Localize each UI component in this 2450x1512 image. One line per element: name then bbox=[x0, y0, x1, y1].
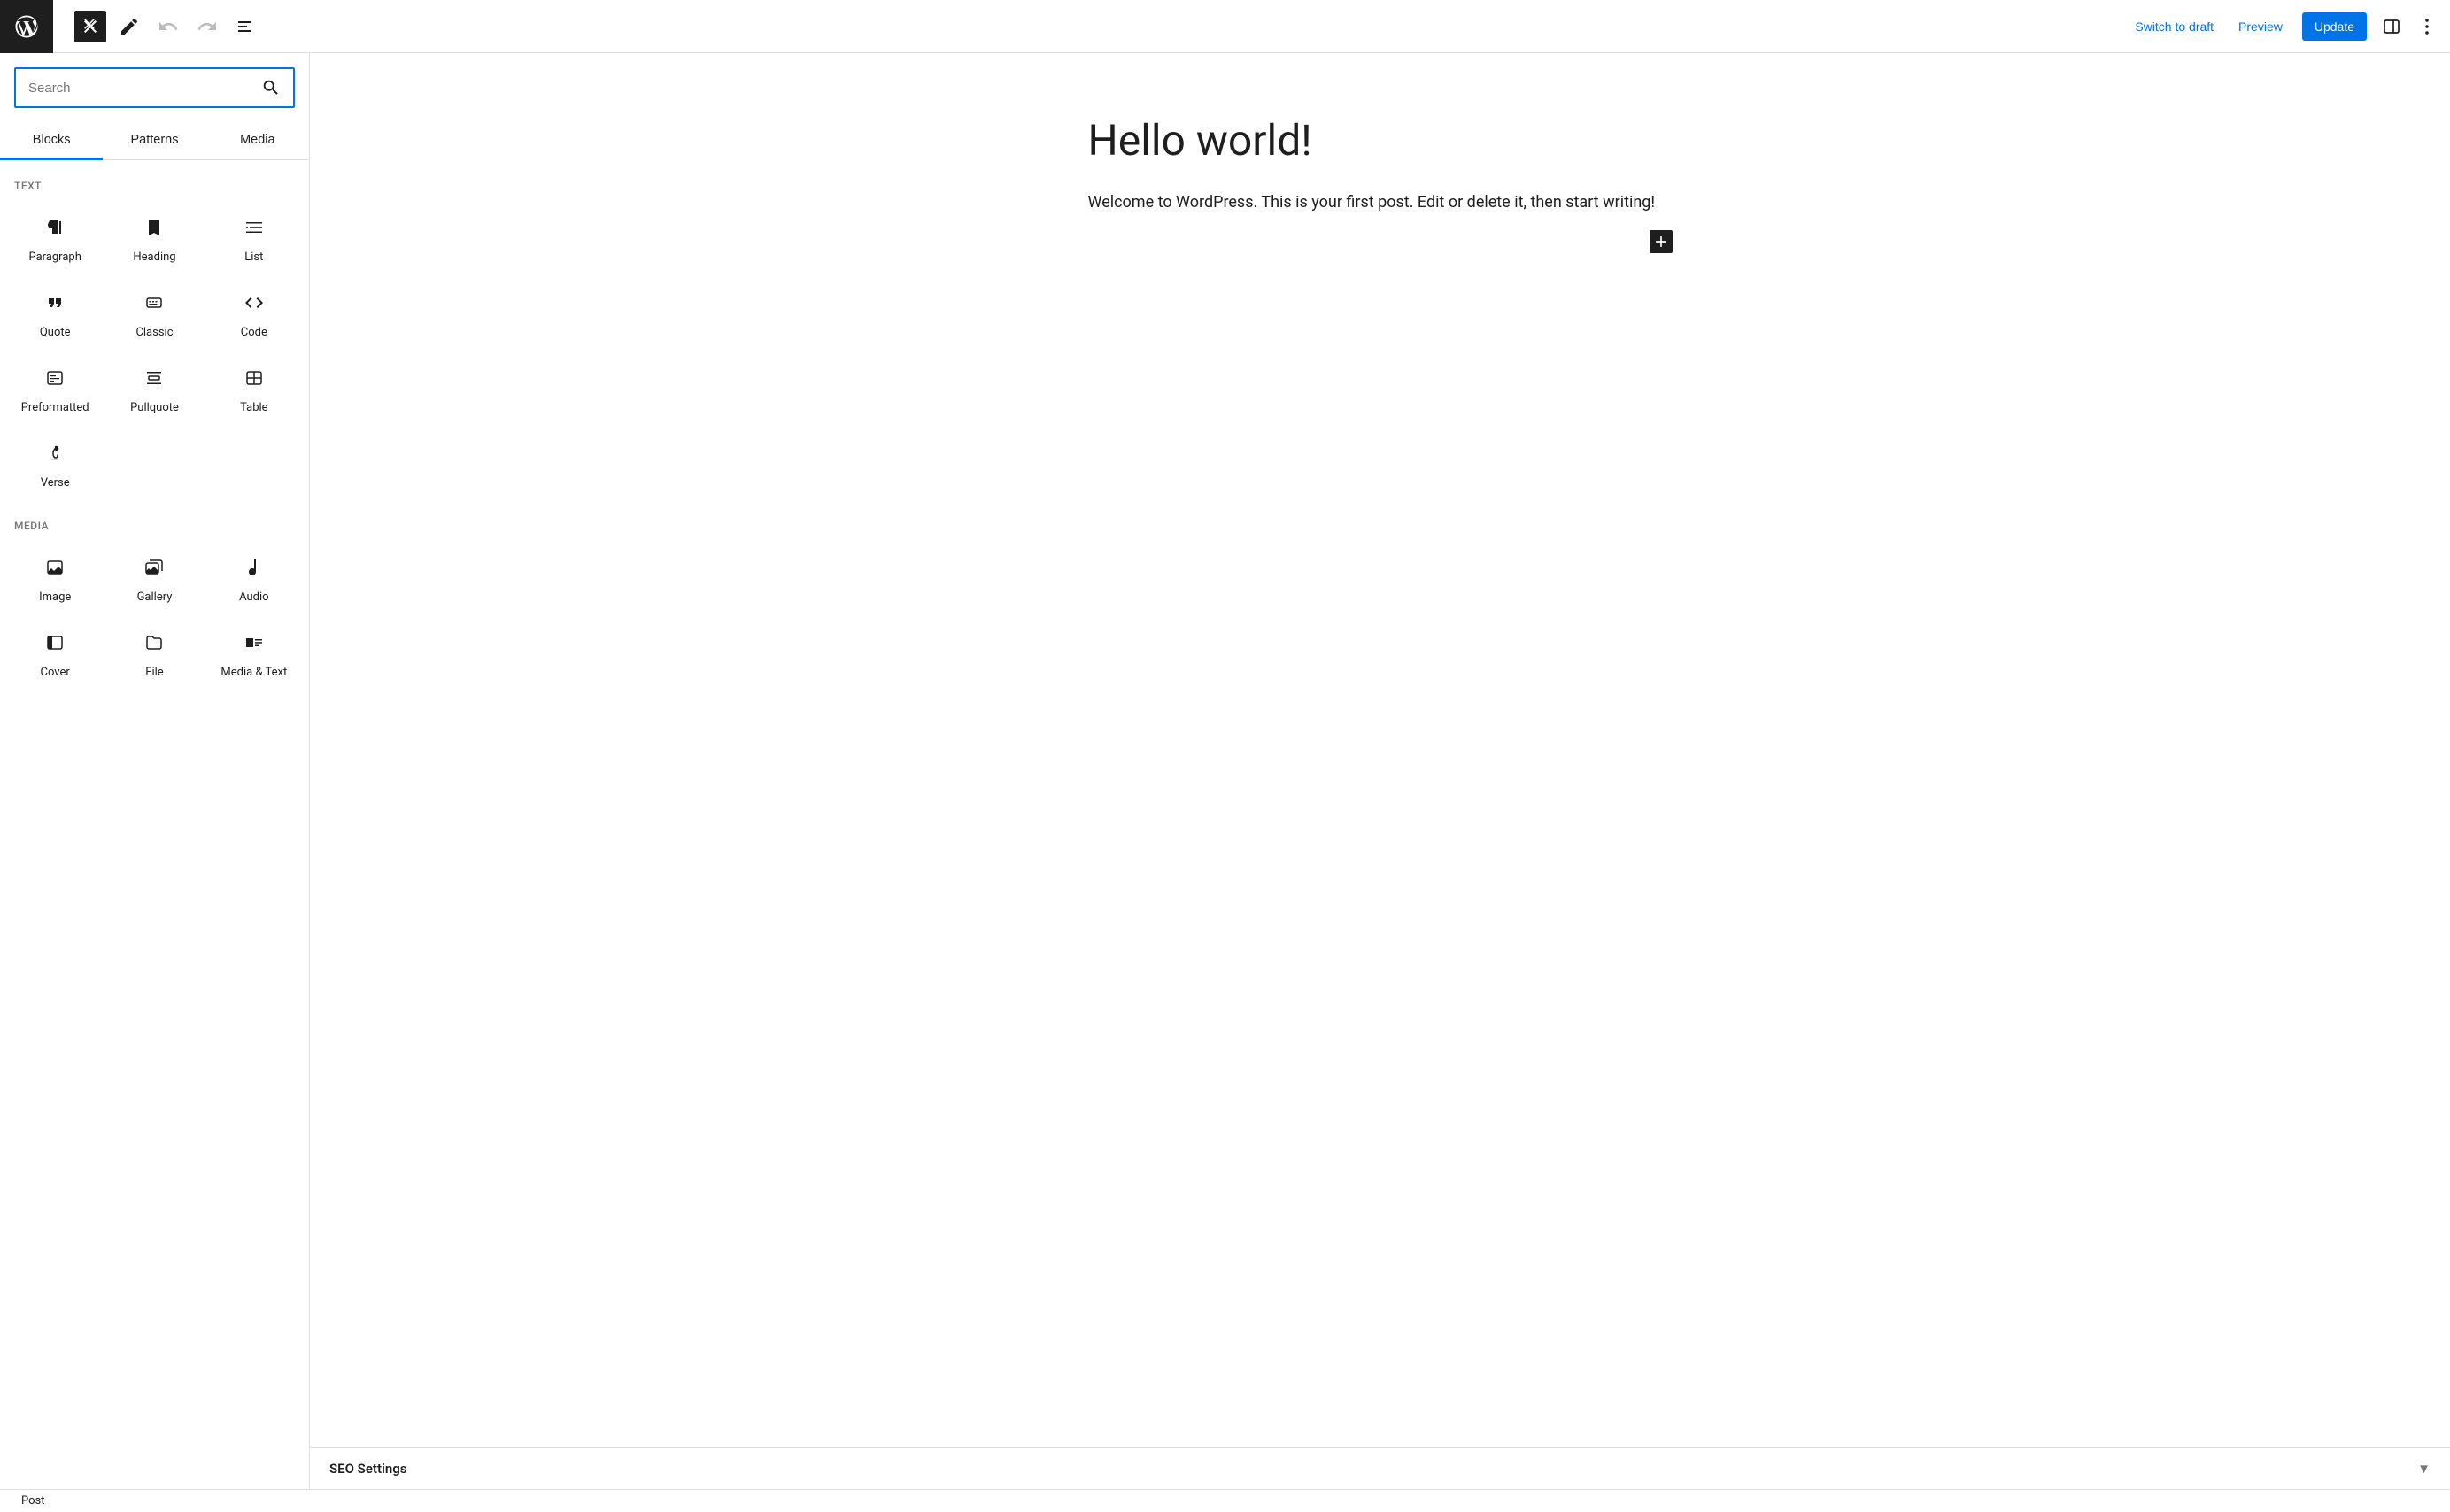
seo-settings-panel[interactable]: SEO Settings ▼ bbox=[310, 1447, 2450, 1489]
media-text-icon bbox=[243, 632, 265, 653]
block-label: Classic bbox=[135, 326, 173, 339]
block-label: Image bbox=[39, 590, 71, 604]
block-image[interactable]: Image bbox=[5, 539, 104, 614]
block-paragraph[interactable]: Paragraph bbox=[5, 199, 104, 274]
editor-canvas[interactable]: Hello world! Welcome to WordPress. This … bbox=[310, 53, 2450, 1489]
paragraph-icon bbox=[44, 217, 66, 238]
block-heading[interactable]: Heading bbox=[104, 199, 204, 274]
more-vertical-icon bbox=[2416, 16, 2438, 37]
editor-toolbar: Switch to draft Preview Update bbox=[0, 0, 2450, 53]
gallery-icon bbox=[143, 557, 165, 578]
block-label: List bbox=[244, 251, 263, 264]
list-icon bbox=[243, 217, 265, 238]
wordpress-icon bbox=[13, 13, 40, 40]
list-view-icon bbox=[236, 16, 257, 37]
close-icon bbox=[80, 16, 101, 37]
category-label-text: TEXT bbox=[0, 160, 309, 199]
block-classic[interactable]: Classic bbox=[104, 274, 204, 350]
block-cover[interactable]: Cover bbox=[5, 614, 104, 690]
block-label: Media & Text bbox=[220, 666, 287, 679]
search-field[interactable] bbox=[28, 81, 261, 96]
edit-icon bbox=[119, 16, 140, 37]
pullquote-icon bbox=[143, 367, 165, 389]
tab-media[interactable]: Media bbox=[206, 122, 309, 159]
block-file[interactable]: File bbox=[104, 614, 204, 690]
block-inserter-panel: Blocks Patterns Media TEXT Paragraph Hea… bbox=[0, 53, 310, 1489]
verse-icon bbox=[44, 443, 66, 464]
audio-icon bbox=[243, 557, 265, 578]
breadcrumb[interactable]: Post bbox=[21, 1494, 45, 1508]
block-label: File bbox=[145, 666, 163, 679]
block-gallery[interactable]: Gallery bbox=[104, 539, 204, 614]
redo-button[interactable] bbox=[191, 11, 223, 42]
table-icon bbox=[243, 367, 265, 389]
file-icon bbox=[143, 632, 165, 653]
options-button[interactable] bbox=[2411, 11, 2443, 42]
block-label: Cover bbox=[41, 666, 70, 679]
block-media-text[interactable]: Media & Text bbox=[205, 614, 304, 690]
block-label: Preformatted bbox=[21, 401, 89, 414]
block-search-input[interactable] bbox=[14, 67, 295, 108]
block-label: Verse bbox=[41, 476, 70, 490]
search-icon bbox=[261, 78, 281, 97]
undo-icon bbox=[158, 16, 179, 37]
block-label: Table bbox=[240, 401, 267, 414]
image-icon bbox=[44, 557, 66, 578]
post-paragraph[interactable]: Welcome to WordPress. This is your first… bbox=[1088, 190, 1673, 214]
plus-icon bbox=[1652, 233, 1670, 251]
tools-button[interactable] bbox=[113, 11, 145, 42]
block-quote[interactable]: Quote bbox=[5, 274, 104, 350]
block-table[interactable]: Table bbox=[205, 350, 304, 425]
classic-icon bbox=[143, 292, 165, 313]
block-label: Quote bbox=[40, 326, 71, 339]
category-label-media: MEDIA bbox=[0, 500, 309, 539]
add-block-button[interactable] bbox=[1650, 230, 1673, 253]
quote-icon bbox=[44, 292, 66, 313]
block-audio[interactable]: Audio bbox=[205, 539, 304, 614]
preformatted-icon bbox=[44, 367, 66, 389]
cover-icon bbox=[44, 632, 66, 653]
settings-sidebar-toggle[interactable] bbox=[2376, 11, 2407, 42]
block-pullquote[interactable]: Pullquote bbox=[104, 350, 204, 425]
block-code[interactable]: Code bbox=[205, 274, 304, 350]
block-label: Gallery bbox=[137, 590, 173, 604]
redo-icon bbox=[197, 16, 218, 37]
preview-button[interactable]: Preview bbox=[2228, 12, 2293, 41]
block-label: Pullquote bbox=[130, 401, 179, 414]
block-preformatted[interactable]: Preformatted bbox=[5, 350, 104, 425]
update-button[interactable]: Update bbox=[2302, 12, 2367, 41]
block-list[interactable]: List bbox=[205, 199, 304, 274]
seo-panel-title: SEO Settings bbox=[329, 1461, 407, 1477]
block-label: Code bbox=[241, 326, 267, 339]
code-icon bbox=[243, 292, 265, 313]
heading-icon bbox=[143, 217, 165, 238]
document-overview-button[interactable] bbox=[230, 11, 262, 42]
undo-button[interactable] bbox=[152, 11, 184, 42]
switch-to-draft-button[interactable]: Switch to draft bbox=[2124, 12, 2224, 41]
close-inserter-button[interactable] bbox=[74, 11, 106, 42]
sidebar-icon bbox=[2381, 16, 2402, 37]
block-label: Paragraph bbox=[28, 251, 81, 264]
editor-footer: Post bbox=[0, 1489, 2450, 1512]
tab-blocks[interactable]: Blocks bbox=[0, 122, 103, 159]
block-list[interactable]: TEXT Paragraph Heading List bbox=[0, 160, 309, 1489]
block-label: Heading bbox=[133, 251, 175, 264]
block-verse[interactable]: Verse bbox=[5, 425, 104, 500]
block-label: Audio bbox=[239, 590, 268, 604]
post-title[interactable]: Hello world! bbox=[1088, 115, 1673, 166]
wordpress-logo[interactable] bbox=[0, 0, 53, 53]
inserter-tabs: Blocks Patterns Media bbox=[0, 122, 309, 160]
chevron-down-icon: ▼ bbox=[2417, 1461, 2431, 1477]
tab-patterns[interactable]: Patterns bbox=[103, 122, 205, 159]
